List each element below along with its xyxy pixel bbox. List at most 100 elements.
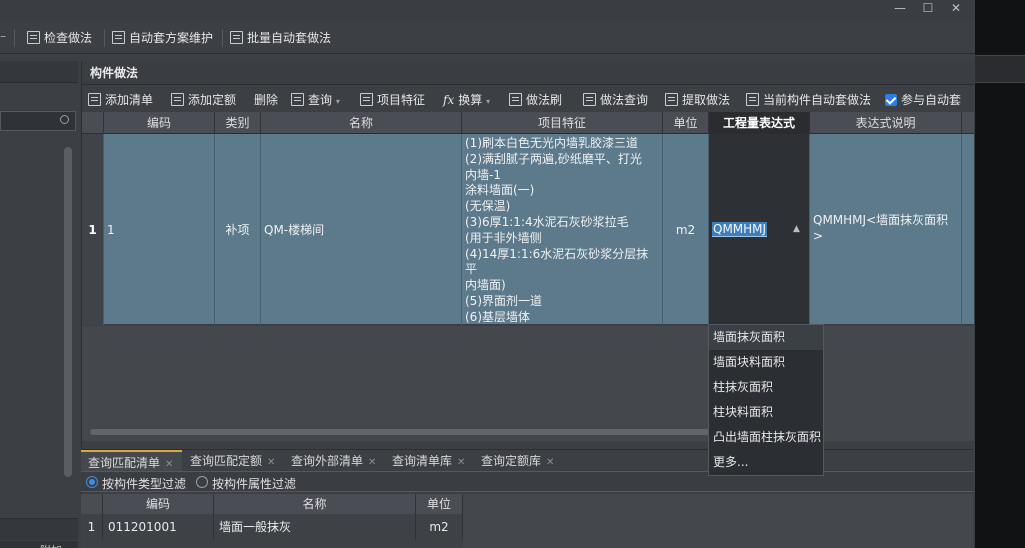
close-icon[interactable]: ✕ [267,457,275,468]
radio-by-attr[interactable] [196,476,208,488]
add-bill-button[interactable]: 添加清单 [88,92,153,108]
table-row[interactable]: 1 011201001 墙面一般抹灰 m2 [81,514,463,540]
cell-category[interactable]: 补项 [215,134,261,325]
filter-by-type-label[interactable]: 按构件类型过滤 [102,475,186,492]
tab-match-bill[interactable]: 查询匹配清单 ✕ [81,450,182,472]
maximize-button[interactable]: ☐ [915,0,941,18]
dropdown-item[interactable]: 墙面抹灰面积 [709,325,823,350]
close-icon[interactable]: ✕ [546,457,554,468]
auto-scheme-maintain-button[interactable]: 自动套方案维护 [112,30,213,46]
cell-features[interactable]: (1)刷本白色无光内墙乳胶漆三道 (2)满刮腻子两遍,砂纸磨平、打光 内墙-1 … [462,134,663,325]
col-expr-desc[interactable]: 表达式说明 [810,112,962,134]
col-name[interactable]: 名称 [261,112,462,134]
left-pane-header [0,61,78,83]
feature-line: 涂料墙面(一) [465,183,535,198]
close-button[interactable]: ✕ [943,0,969,18]
chevron-down-icon: ▾ [335,97,340,106]
filter-by-attr-label[interactable]: 按构件属性过滤 [212,475,296,492]
delete-button[interactable]: 删除 [254,92,278,108]
left-search-input[interactable] [0,111,76,131]
dropdown-caret-icon[interactable]: ▲ [793,224,800,234]
col-features[interactable]: 项目特征 [462,112,663,134]
tab-match-quota[interactable]: 查询匹配定额 ✕ [183,450,283,472]
dropdown-item[interactable]: 凸出墙面柱抹灰面积 [709,425,823,450]
current-auto-button[interactable]: 当前构件自动套做法 [746,92,871,108]
cell-code[interactable]: 1 [104,134,215,325]
bottom-grid-empty [463,494,973,548]
check-method-button[interactable]: 检查做法 [27,30,92,46]
batch-auto-button[interactable]: 批量自动套做法 [230,30,331,46]
method-query-label: 做法查询 [600,93,649,107]
tab-label: 查询匹配清单 [88,456,161,470]
table-row[interactable]: 1 1 补项 QM-楼梯间 (1)刷本白色无光内墙乳胶漆三道 (2)满刮腻子两遍… [82,134,974,325]
left-scrollbar[interactable] [64,147,72,477]
background-area [975,0,1025,548]
expression-value[interactable]: QMMHMJ [712,222,768,237]
convert-button[interactable]: fx 换算 ▾ [443,92,490,108]
close-icon[interactable]: ✕ [457,457,465,468]
features-button[interactable]: 项目特征 [360,92,425,108]
scheme-icon [112,31,125,44]
tab-external-bill[interactable]: 查询外部清单 ✕ [284,450,384,472]
bottom-col-unit[interactable]: 单位 [416,494,463,514]
tab-label: 查询定额库 [481,454,542,468]
feature-line: (1)刷本白色无光内墙乳胶漆三道 [465,136,638,150]
left-pane-footer [0,518,78,540]
dropdown-item[interactable]: 柱抹灰面积 [709,375,823,400]
background-strip [975,55,1025,83]
col-code[interactable]: 编码 [104,112,215,134]
col-category[interactable]: 类别 [215,112,261,134]
add-bill-icon [88,93,101,106]
dropdown-item-more[interactable]: 更多... [709,450,823,475]
close-icon[interactable]: ✕ [165,459,173,470]
check-method-label: 检查做法 [44,31,93,45]
add-quota-button[interactable]: 添加定额 [171,92,236,108]
col-expression[interactable]: 工程量表达式 [709,112,810,134]
extract-method-button[interactable]: 提取做法 [665,92,730,108]
feature-line: (6)基层墙体 [465,309,530,324]
dropdown-item[interactable]: 柱块料面积 [709,400,823,425]
horizontal-scrollbar[interactable] [90,429,710,435]
feature-line: (2)满刮腻子两遍,砂纸磨平、打光 [465,151,642,166]
left-pane-bottom [0,541,78,548]
search-icon [60,115,69,124]
chevron-down-icon: ▾ [486,97,491,106]
left-pane: 附加 [0,61,78,548]
extract-icon [665,93,678,106]
partial-button[interactable]: ⁻ [0,30,6,46]
brush-icon [509,93,522,106]
method-query-button[interactable]: 做法查询 [583,92,648,108]
join-auto-checkbox[interactable]: 参与自动套 [885,92,961,108]
top-toolbar: ⁻ 检查做法 自动套方案维护 批量自动套做法 [0,21,975,54]
bottom-col-name[interactable]: 名称 [214,494,416,514]
query-button[interactable]: 查询 ▾ [291,92,340,108]
tab-bill-library[interactable]: 查询清单库 ✕ [385,450,473,472]
expression-input[interactable]: QMMHMJ ▲ [709,134,810,325]
bottom-col-code[interactable]: 编码 [103,494,214,514]
feature-line: (无保温) [465,199,511,214]
dropdown-item[interactable]: 墙面块料面积 [709,350,823,375]
cell-expr-desc[interactable]: QMMHMJ<墙面抹灰面积> [810,134,962,325]
feature-line: 内墙-1 [465,167,501,182]
minimize-button[interactable]: — [887,0,913,18]
col-unit[interactable]: 单位 [663,112,709,134]
cell-unit[interactable]: m2 [663,134,709,325]
close-icon[interactable]: ✕ [368,457,376,468]
auto-scheme-label: 自动套方案维护 [129,31,214,45]
tab-quota-library[interactable]: 查询定额库 ✕ [474,450,562,472]
query-label: 查询 [308,93,333,107]
cell-name[interactable]: QM-楼梯间 [261,134,462,325]
radio-by-type[interactable] [86,476,98,488]
batch-icon [230,31,243,44]
grid-header-corner [82,112,104,134]
tab-label: 查询匹配定额 [190,454,263,468]
panel-title: 构件做法 [82,61,974,85]
cell-name[interactable]: 墙面一般抹灰 [214,514,416,540]
cell-unit[interactable]: m2 [416,514,463,540]
checkbox-checked-icon [885,94,897,106]
method-brush-button[interactable]: 做法刷 [509,92,562,108]
cell-code[interactable]: 011201001 [103,514,214,540]
add-quota-icon [171,93,184,106]
current-auto-label: 当前构件自动套做法 [763,93,872,107]
bottom-grid-corner [81,494,103,514]
